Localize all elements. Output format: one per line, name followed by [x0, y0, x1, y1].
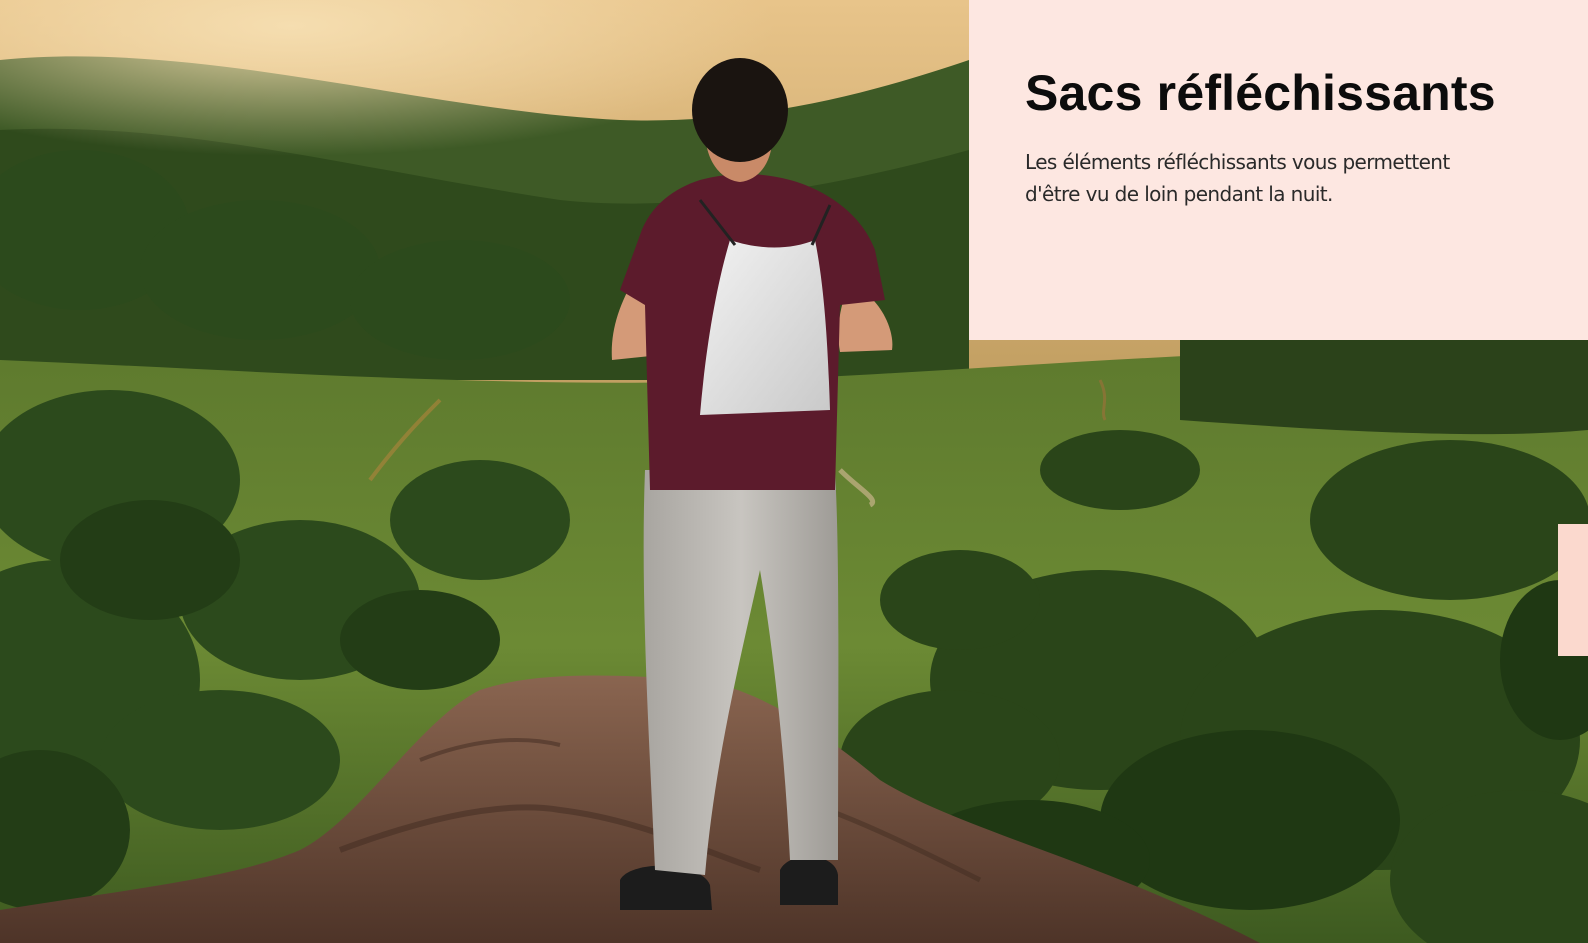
card-description: Les éléments réfléchissants vous permett… [1025, 150, 1450, 206]
card-title: Sacs réfléchissants [1025, 65, 1496, 121]
hero-section: Sacs réfléchissants Les éléments réfléch… [0, 0, 1588, 943]
info-card: Sacs réfléchissants Les éléments réfléch… [969, 0, 1588, 340]
side-tab-button[interactable] [1558, 524, 1588, 656]
